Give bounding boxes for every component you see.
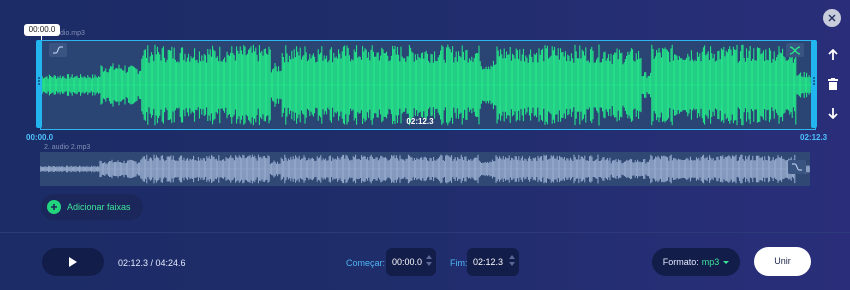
shuffle-button[interactable]: [786, 43, 804, 57]
fade-out-icon: [792, 163, 802, 171]
add-tracks-button[interactable]: Adicionar faixas: [41, 194, 143, 220]
track2-waveform-panel[interactable]: [40, 152, 810, 186]
plus-icon: [47, 200, 61, 214]
track2-waveform: [40, 154, 810, 184]
close-button[interactable]: [823, 9, 841, 27]
play-button[interactable]: [42, 248, 104, 276]
track1-selection-time: 02:12.3: [406, 117, 434, 126]
format-select[interactable]: Formato: mp3: [652, 248, 740, 276]
move-up-button[interactable]: [823, 45, 843, 65]
track1-start-time: 00:00.0: [26, 133, 54, 142]
track1-name: dio.mp3: [60, 30, 85, 37]
shuffle-icon: [789, 45, 801, 55]
end-time-input[interactable]: 02:12.3: [467, 248, 519, 276]
trash-icon: [828, 78, 838, 90]
move-down-button[interactable]: [823, 103, 843, 123]
start-time-value: 00:00.0: [392, 257, 423, 267]
add-tracks-label: Adicionar faixas: [67, 202, 131, 212]
play-icon: [69, 257, 77, 267]
close-icon: [828, 14, 836, 22]
footer-divider: [0, 232, 850, 233]
track1-waveform: [41, 44, 817, 126]
fade-in-button[interactable]: [49, 43, 67, 57]
playhead-time-badge[interactable]: 00:00.0: [24, 24, 60, 36]
format-label: Formato:: [662, 257, 699, 267]
track1-end-time: 02:12.3: [800, 133, 828, 142]
join-button[interactable]: Unir: [754, 247, 811, 276]
format-value: mp3: [701, 257, 720, 267]
arrow-up-icon: [828, 49, 838, 60]
start-time-spinner[interactable]: [425, 254, 433, 270]
time-display: 02:12.3 / 04:24.6: [118, 258, 186, 268]
end-label: Fim:: [450, 258, 468, 268]
delete-button[interactable]: [823, 74, 843, 94]
end-time-spinner[interactable]: [508, 254, 516, 270]
arrow-down-icon: [828, 108, 838, 119]
start-label: Começar:: [346, 258, 386, 268]
track1-end-handle[interactable]: [811, 40, 817, 128]
fade-out-button[interactable]: [788, 160, 806, 174]
track2-name: 2. audio 2.mp3: [44, 144, 91, 151]
fade-in-icon: [53, 46, 63, 54]
track1-start-handle[interactable]: [36, 40, 42, 128]
chevron-down-icon: [723, 260, 730, 264]
end-time-value: 02:12.3: [473, 257, 504, 267]
start-time-input[interactable]: 00:00.0: [386, 248, 436, 276]
